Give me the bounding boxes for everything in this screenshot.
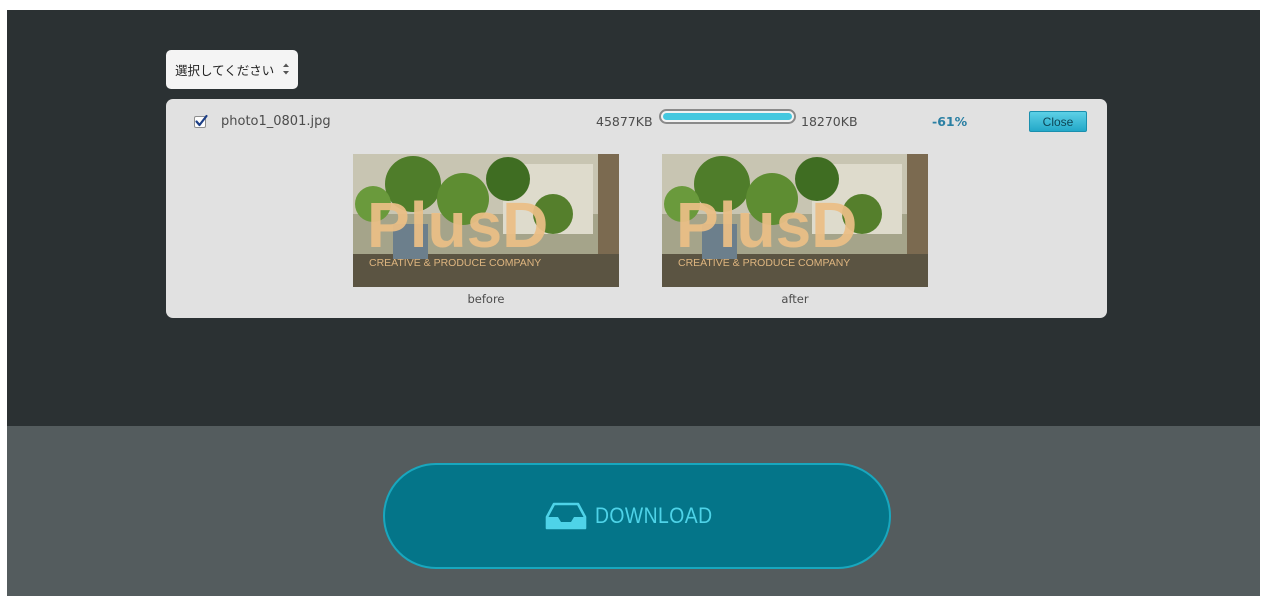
option-select[interactable]: 選択してください <box>166 50 298 89</box>
app-frame: 選択してください photo1_0801.jpg 45877KB 18270KB… <box>7 10 1260 596</box>
reduction-percent: -61% <box>932 114 968 129</box>
size-before: 45877KB <box>596 114 653 129</box>
upload-panel: 選択してください photo1_0801.jpg 45877KB 18270KB… <box>7 10 1260 426</box>
after-logo-text: PlusD <box>676 189 857 261</box>
download-label: DOWNLOAD <box>595 503 713 528</box>
close-button[interactable]: Close <box>1029 111 1087 132</box>
before-logo-subtitle: CREATIVE & PRODUCE COMPANY <box>369 257 541 269</box>
download-button[interactable]: DOWNLOAD <box>383 463 891 569</box>
compression-progress <box>659 109 796 124</box>
after-caption: after <box>781 292 809 306</box>
option-select-label: 選択してください <box>175 63 275 78</box>
after-thumbnail: PlusD CREATIVE & PRODUCE COMPANY <box>662 154 928 287</box>
file-card: photo1_0801.jpg 45877KB 18270KB -61% Clo… <box>166 99 1107 318</box>
before-thumbnail: PlusD CREATIVE & PRODUCE COMPANY <box>353 154 619 287</box>
inbox-tray-icon <box>545 502 587 530</box>
file-checkbox[interactable] <box>194 114 208 128</box>
file-name: photo1_0801.jpg <box>221 114 331 129</box>
before-caption: before <box>467 292 505 306</box>
checkmark-icon <box>195 114 208 127</box>
before-logo-text: PlusD <box>367 189 548 261</box>
progress-fill <box>663 113 792 120</box>
size-after: 18270KB <box>801 114 858 129</box>
after-logo-subtitle: CREATIVE & PRODUCE COMPANY <box>678 257 850 269</box>
select-arrows-icon <box>283 63 289 75</box>
